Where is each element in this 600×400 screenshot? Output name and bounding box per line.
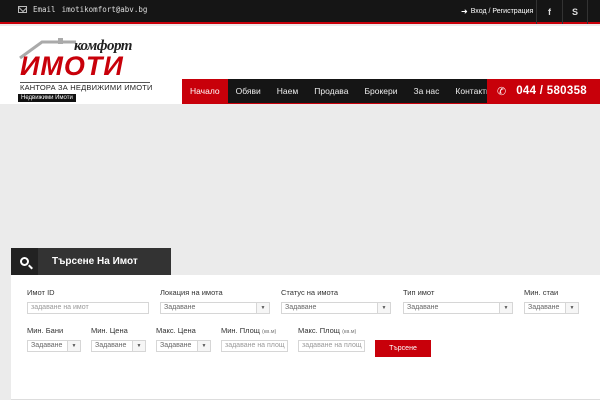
contact-email[interactable]: Email imotikomfort@abv.bg: [18, 5, 147, 14]
field-min-price: Мин. Цена Задаване ▼: [91, 326, 146, 352]
chevron-down-icon: ▼: [197, 341, 210, 351]
select-value: Задаване: [285, 304, 317, 311]
field-label: Локация на имота: [160, 288, 223, 297]
chevron-down-icon: ▼: [377, 303, 390, 313]
phone-number: 044 / 580358: [516, 85, 587, 97]
field-label: Имот ID: [27, 288, 55, 297]
nav-underline: [182, 103, 600, 104]
baths-select[interactable]: Задаване ▼: [27, 340, 81, 352]
field-property-id: Имот ID задаване на имот: [27, 288, 149, 314]
field-min-area: Мин. Площ (кв.м) задаване на площ: [221, 326, 288, 352]
label-text: Мин. Площ: [221, 326, 260, 335]
type-select[interactable]: Задаване ▼: [403, 302, 513, 314]
facebook-icon[interactable]: f: [536, 0, 562, 24]
top-bar: Email imotikomfort@abv.bg ➜ Вход / Регис…: [0, 0, 600, 24]
email-label: Email: [33, 5, 56, 14]
nav-item-brokers[interactable]: Брокери: [356, 79, 405, 103]
rooms-select[interactable]: Задаване ▼: [524, 302, 579, 314]
select-value: Задаване: [31, 342, 63, 349]
nav-item-home[interactable]: Начало: [182, 79, 228, 103]
field-label: Мин. Бани: [27, 326, 64, 335]
field-label: Тип имот: [403, 288, 435, 297]
chevron-down-icon: ▼: [565, 303, 578, 313]
search-icon: [11, 248, 38, 275]
status-select[interactable]: Задаване ▼: [281, 302, 391, 314]
nav-item-about[interactable]: За нас: [406, 79, 448, 103]
select-value: Задаване: [160, 342, 192, 349]
chevron-down-icon: ▼: [499, 303, 512, 313]
nav-item-sale[interactable]: Продава: [306, 79, 356, 103]
min-price-select[interactable]: Задаване ▼: [91, 340, 146, 352]
field-rooms: Мин. стаи Задаване ▼: [524, 288, 579, 314]
search-tab[interactable]: Търсене На Имот: [11, 248, 171, 275]
logo-tag: Недвижими Имоти: [18, 94, 76, 102]
field-label: Макс. Цена: [156, 326, 196, 335]
chevron-down-icon: ▼: [256, 303, 269, 313]
sign-in-icon: ➜: [461, 7, 468, 16]
field-label: Мин. Цена: [91, 326, 128, 335]
label-unit: (кв.м): [262, 329, 277, 335]
max-price-select[interactable]: Задаване ▼: [156, 340, 211, 352]
location-select[interactable]: Задаване ▼: [160, 302, 270, 314]
select-value: Задаване: [164, 304, 196, 311]
label-unit: (кв.м): [342, 329, 357, 335]
nav-item-listings[interactable]: Обяви: [228, 79, 269, 103]
field-max-area: Макс. Площ (кв.м) задаване на площ: [298, 326, 365, 352]
field-label: Мин. стаи: [524, 288, 559, 297]
email-address[interactable]: imotikomfort@abv.bg: [62, 5, 148, 14]
login-label: Вход / Регистрация: [470, 8, 534, 15]
label-text: Макс. Площ: [298, 326, 340, 335]
select-value: Задаване: [95, 342, 127, 349]
max-area-input[interactable]: задаване на площ: [298, 340, 365, 352]
field-location: Локация на имота Задаване ▼: [160, 288, 270, 314]
phone-box[interactable]: ✆ 044 / 580358: [487, 79, 600, 103]
property-id-input[interactable]: задаване на имот: [27, 302, 149, 314]
field-label: Макс. Площ (кв.м): [298, 326, 365, 335]
chevron-down-icon: ▼: [132, 341, 145, 351]
field-label: Мин. Площ (кв.м): [221, 326, 288, 335]
select-value: Задаване: [528, 304, 560, 311]
skype-icon[interactable]: S: [562, 0, 588, 24]
nav-item-rent[interactable]: Наем: [269, 79, 306, 103]
logo-subtitle: КАНТОРА ЗА НЕДВИЖИМИ ИМОТИ: [20, 83, 153, 92]
main-nav: Начало Обяви Наем Продава Брокери За нас…: [182, 79, 499, 103]
min-area-input[interactable]: задаване на площ: [221, 340, 288, 352]
field-label: Статус на имота: [281, 288, 339, 297]
search-title: Търсене На Имот: [52, 256, 138, 267]
logo-word-imoti: ИМОТИ: [20, 51, 124, 81]
field-type: Тип имот Задаване ▼: [403, 288, 513, 314]
envelope-icon: [18, 6, 27, 13]
select-value: Задаване: [407, 304, 439, 311]
site-logo[interactable]: комфорт ИМОТИ КАНТОРА ЗА НЕДВИЖИМИ ИМОТИ…: [16, 36, 156, 106]
phone-icon: ✆: [497, 84, 507, 98]
field-max-price: Макс. Цена Задаване ▼: [156, 326, 211, 352]
search-button[interactable]: Търсене: [375, 340, 431, 357]
chevron-down-icon: ▼: [67, 341, 80, 351]
field-baths: Мин. Бани Задаване ▼: [27, 326, 81, 352]
field-status: Статус на имота Задаване ▼: [281, 288, 391, 314]
login-link[interactable]: ➜ Вход / Регистрация: [461, 7, 533, 16]
